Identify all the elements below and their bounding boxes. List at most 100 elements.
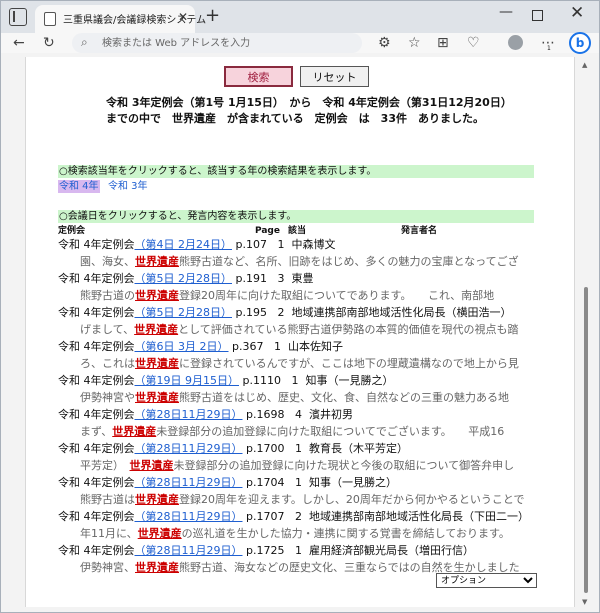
search-button[interactable]: 検索 [224, 66, 293, 87]
reset-button[interactable]: リセット [300, 66, 369, 87]
entry-date-link[interactable]: （第28日11月29日） [135, 544, 243, 557]
snippet-after: に登録されているんですが、ここは地下の埋蔵遺構なので地上から見 [179, 357, 519, 370]
entry-snippet: 年11月に、世界遺産の巡礼道を生かした協力・連携に関する覚書を締結しております。 [80, 527, 510, 541]
entry-page: p.1698 [246, 408, 285, 421]
entry-date-link[interactable]: （第4日 2月24日） [135, 238, 233, 251]
heart-icon[interactable]: ♡ [467, 34, 480, 52]
entry-item-number: 1 [294, 442, 302, 455]
snippet-keyword: 世界遺産 [135, 561, 179, 574]
snippet-after: として評価されている熊野古道伊勢路の本質的価値を現代の視点も踏 [178, 323, 519, 336]
snippet-before: 園、海女、 [80, 255, 135, 268]
entry-page: p.1700 [246, 442, 285, 455]
page-content: 検索 リセット 令和 3年定例会（第1号 1月15日） から 令和 4年定例会（… [25, 57, 575, 607]
entry-speaker: 教育長（木平芳定） [308, 442, 408, 455]
entry-header: 令和 4年定例会（第28日11月29日） p.1698 4 濱井初男 [58, 408, 353, 422]
col-session: 定例会 [58, 226, 86, 236]
col-item: 該当 [288, 226, 307, 236]
result-entry: 令和 4年定例会（第28日11月29日） p.1704 1 知事（一見勝之） 熊野… [58, 476, 558, 510]
entry-date-link[interactable]: （第5日 2月28日） [135, 272, 233, 285]
extensions-icon[interactable]: ⚙ [378, 34, 391, 52]
entry-item-number: 4 [294, 408, 302, 421]
maximize-icon[interactable] [532, 10, 543, 21]
year-link-r4[interactable]: 令和 4年 [58, 180, 100, 193]
year-link-r3[interactable]: 令和 3年 [108, 180, 148, 193]
entry-page: p.191 [235, 272, 267, 285]
entry-header: 令和 4年定例会（第28日11月29日） p.1725 1 雇用経済部観光局長（… [58, 544, 474, 558]
entry-snippet: 園、海女、世界遺産熊野古道など、名所、旧跡をはじめ、多くの魅力の宝庫となってござ [80, 255, 519, 269]
entry-page: p.195 [235, 306, 267, 319]
entry-header: 令和 4年定例会（第28日11月29日） p.1707 2 地域連携部南部地域活… [58, 510, 529, 524]
snippet-before: げまして、 [80, 323, 135, 336]
snippet-before: ろ、これは [80, 357, 135, 370]
bing-icon[interactable]: b [569, 32, 591, 54]
entry-date-link[interactable]: （第6日 3月 2日） [135, 340, 229, 353]
entry-snippet: 平芳定） 世界遺産未登録部分の追加登録に向けた現状と今後の取組について御答弁申し [80, 459, 514, 473]
entry-date-link[interactable]: （第19日 9月15日） [135, 374, 240, 387]
entry-date-link[interactable]: （第28日11月29日） [135, 476, 243, 489]
minimize-icon[interactable]: — [499, 4, 513, 20]
entry-speaker: 濱井初男 [308, 408, 353, 421]
scrollbar-thumb[interactable] [584, 287, 588, 593]
entry-session: 令和 4年定例会 [58, 238, 135, 251]
entry-header: 令和 4年定例会（第28日11月29日） p.1700 1 教育長（木平芳定） [58, 442, 408, 456]
entry-snippet: 伊勢神宮や世界遺産熊野古道をはじめ、歴史、文化、食、自然などの三重の魅力ある地 [80, 391, 509, 405]
entry-speaker: 知事（一見勝之） [305, 374, 394, 387]
back-icon[interactable]: ← [13, 34, 25, 52]
search-icon: ⌕ [81, 35, 88, 49]
snippet-before: 年11月に、 [80, 527, 138, 540]
tab-active[interactable]: 三重県議会/会議録検索システム ✕ [35, 5, 206, 33]
entry-page: p.1725 [246, 544, 285, 557]
snippet-before: 伊勢神宮や [80, 391, 135, 404]
snippet-keyword: 世界遺産 [135, 289, 179, 302]
entry-page: p.1110 [242, 374, 281, 387]
entry-session: 令和 4年定例会 [58, 408, 135, 421]
refresh-icon[interactable]: ↻ [43, 34, 55, 52]
snippet-before: 平芳定） [80, 459, 130, 472]
entry-session: 令和 4年定例会 [58, 476, 135, 489]
entry-speaker: 東豊 [291, 272, 314, 285]
snippet-after: 熊野古道をはじめ、歴史、文化、食、自然などの三重の魅力ある地 [179, 391, 509, 404]
entry-session: 令和 4年定例会 [58, 374, 135, 387]
entry-item-number: 3 [277, 272, 285, 285]
snippet-keyword: 世界遺産 [135, 357, 179, 370]
entry-item-number: 1 [291, 374, 299, 387]
collections-icon[interactable]: ⊞ [437, 34, 449, 52]
tab-actions-icon[interactable] [9, 8, 27, 26]
entry-session: 令和 4年定例会 [58, 306, 135, 319]
entry-item-number: 1 [294, 544, 302, 557]
result-entry: 令和 4年定例会（第6日 3月 2日） p.367 1 山本佐知子ろ、これは世界… [58, 340, 558, 374]
entry-header: 令和 4年定例会（第28日11月29日） p.1704 1 知事（一見勝之） [58, 476, 397, 490]
entry-date-link[interactable]: （第28日11月29日） [135, 510, 243, 523]
entry-header: 令和 4年定例会（第5日 2月28日） p.195 2 地域連携部南部地域活性化… [58, 306, 511, 320]
snippet-before: 熊野古道は [80, 493, 135, 506]
snippet-after: 登録20周年を迎えます。しかし、20周年だから何かやるということで [179, 493, 525, 506]
options-select[interactable]: オプション [436, 573, 537, 588]
entry-header: 令和 4年定例会（第19日 9月15日） p.1110 1 知事（一見勝之） [58, 374, 393, 388]
profile-icon[interactable] [508, 35, 523, 50]
year-instruction: ○検索該当年をクリックすると、該当する年の検索結果を表示します。 [58, 165, 534, 178]
entry-speaker: 山本佐知子 [287, 340, 343, 353]
entry-date-link[interactable]: （第28日11月29日） [135, 442, 243, 455]
tab-close-icon[interactable]: ✕ [178, 10, 188, 24]
new-tab-icon[interactable]: + [205, 5, 220, 26]
window-close-icon[interactable]: ✕ [570, 3, 584, 23]
snippet-after: 未登録部分の追加登録に向けた取組についてでございます。 平成16 [156, 425, 505, 438]
entry-snippet: 熊野古道の世界遺産登録20周年に向けた取組についてであります。 これ、南部地 [80, 289, 494, 303]
address-input[interactable] [102, 35, 352, 51]
entry-item-number: 1 [294, 476, 302, 489]
column-headers: 定例会 Page 該当 発言者名 [58, 225, 534, 237]
entry-date-link[interactable]: （第28日11月29日） [135, 408, 243, 421]
entry-date-link[interactable]: （第5日 2月28日） [135, 306, 233, 319]
scroll-up-icon[interactable]: ▲ [582, 61, 587, 69]
favorites-icon[interactable]: ☆ [408, 34, 421, 52]
entry-snippet: まず、世界遺産未登録部分の追加登録に向けた取組についてでございます。 平成16 [80, 425, 504, 439]
result-entry: 令和 4年定例会（第28日11月29日） p.1707 2 地域連携部南部地域活… [58, 510, 558, 544]
entry-snippet: げまして、世界遺産として評価されている熊野古道伊勢路の本質的価値を現代の視点も踏 [80, 323, 518, 337]
entry-header: 令和 4年定例会（第5日 2月28日） p.191 3 東豊 [58, 272, 313, 286]
entry-speaker: 雇用経済部観光局長（増田行信） [308, 544, 474, 557]
entry-header: 令和 4年定例会（第6日 3月 2日） p.367 1 山本佐知子 [58, 340, 343, 354]
scroll-down-icon[interactable]: ▼ [582, 598, 587, 606]
meeting-instruction: ○会議日をクリックすると、発言内容を表示します。 [58, 210, 534, 223]
address-bar[interactable]: ⌕ [72, 33, 362, 53]
entry-page: p.1707 [246, 510, 285, 523]
